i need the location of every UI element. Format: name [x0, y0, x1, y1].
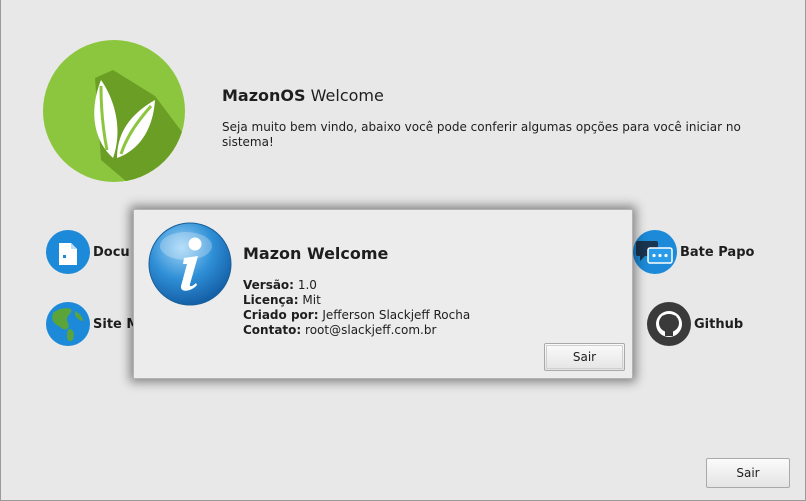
detail-contact: Contato: root@slackjeff.com.br: [243, 323, 470, 338]
detail-value: 1.0: [297, 278, 317, 292]
detail-value: root@slackjeff.com.br: [305, 323, 437, 337]
link-documentation[interactable]: Docu: [45, 229, 130, 275]
github-icon: [646, 301, 692, 347]
detail-author: Criado por: Jefferson Slackjeff Rocha: [243, 308, 470, 323]
info-icon: [148, 222, 232, 306]
title-brand: MazonOS: [222, 86, 306, 105]
link-github[interactable]: Github: [646, 301, 743, 347]
exit-button[interactable]: Sair: [706, 458, 790, 488]
globe-icon: [45, 301, 91, 347]
link-site[interactable]: Site M: [45, 301, 139, 347]
document-icon: [45, 229, 91, 275]
leaf-logo-icon: [43, 40, 185, 182]
dialog-title: Mazon Welcome: [243, 244, 389, 263]
detail-value: Mit: [302, 293, 321, 307]
detail-license: Licença: Mit: [243, 293, 470, 308]
dialog-details: Versão: 1.0 Licença: Mit Criado por: Jef…: [243, 278, 470, 338]
link-chat-label: Bate Papo: [680, 244, 755, 260]
welcome-message: Seja muito bem vindo, abaixo você pode c…: [222, 120, 741, 149]
detail-label: Criado por:: [243, 308, 319, 322]
link-documentation-label: Docu: [93, 244, 130, 260]
detail-label: Licença:: [243, 293, 299, 307]
chat-icon: [632, 229, 678, 275]
dialog-exit-button[interactable]: Sair: [544, 343, 625, 371]
detail-label: Contato:: [243, 323, 302, 337]
detail-label: Versão:: [243, 278, 294, 292]
about-dialog: Mazon Welcome Versão: 1.0 Licença: Mit C…: [133, 209, 633, 379]
title-welcome: Welcome: [310, 86, 384, 105]
link-chat[interactable]: Bate Papo: [632, 229, 754, 275]
link-github-label: Github: [694, 316, 744, 332]
detail-value: Jefferson Slackjeff Rocha: [322, 308, 471, 322]
detail-version: Versão: 1.0: [243, 278, 470, 293]
page-title: MazonOS Welcome: [222, 86, 384, 105]
